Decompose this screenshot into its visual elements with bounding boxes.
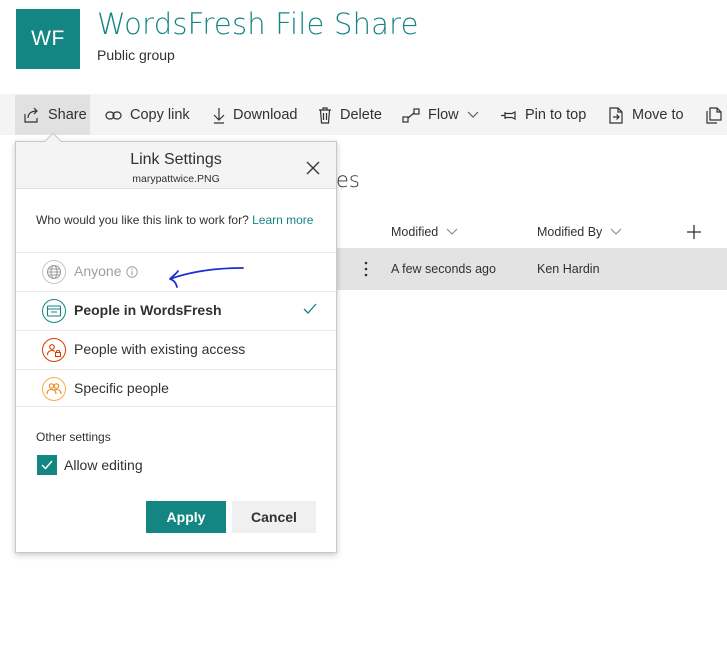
cancel-button[interactable]: Cancel [232, 501, 316, 533]
dialog-filename: marypattwice.PNG [132, 173, 220, 185]
option-specific-people-label: Specific people [74, 380, 169, 396]
trash-icon [319, 106, 331, 124]
add-column-icon[interactable] [686, 224, 702, 240]
site-logo[interactable]: WF [16, 9, 80, 69]
chevron-down-icon [610, 228, 622, 235]
share-button[interactable]: Share [15, 95, 90, 135]
people-icon [42, 377, 66, 401]
move-to-button[interactable]: Move to [609, 95, 684, 135]
column-modified-by-label: Modified By [537, 225, 603, 239]
copy-to-button[interactable] [706, 95, 727, 135]
share-label: Share [48, 107, 87, 123]
column-header-modified-by[interactable]: Modified By [537, 225, 622, 239]
chevron-down-icon [467, 111, 479, 118]
move-to-label: Move to [632, 107, 684, 123]
copy-link-label: Copy link [130, 107, 190, 123]
pin-to-top-button[interactable]: Pin to top [500, 95, 586, 135]
move-to-icon [609, 106, 623, 124]
option-people-in-org[interactable]: People in WordsFresh [16, 291, 336, 329]
column-header-modified[interactable]: Modified [391, 225, 458, 239]
delete-label: Delete [340, 107, 382, 123]
option-anyone-label: Anyone [74, 263, 122, 279]
chevron-down-icon [446, 228, 458, 235]
people-lock-icon [42, 338, 66, 362]
row-modified: A few seconds ago [391, 262, 496, 276]
allow-editing-checkbox[interactable] [37, 455, 57, 475]
command-bar: Share Copy link Download Delete Flow Pin… [0, 94, 727, 135]
pin-to-top-label: Pin to top [525, 107, 587, 123]
pin-icon [501, 110, 516, 120]
more-options-icon[interactable] [361, 260, 371, 278]
flow-label: Flow [428, 107, 459, 123]
flow-button[interactable]: Flow [402, 95, 479, 135]
dialog-header: Link Settings marypattwice.PNG [16, 142, 336, 189]
site-subtitle: Public group [97, 47, 175, 63]
row-modified-by[interactable]: Ken Hardin [537, 262, 600, 276]
other-settings-heading: Other settings [36, 430, 111, 444]
question-text: Who would you like this link to work for… [36, 213, 249, 227]
checkmark-icon [41, 460, 53, 470]
copy-link-button[interactable]: Copy link [105, 95, 190, 135]
dialog-title: Link Settings [130, 151, 222, 168]
copy-icon [706, 106, 722, 124]
option-existing-access-label: People with existing access [74, 341, 246, 357]
globe-icon [42, 260, 66, 284]
link-icon [105, 110, 122, 120]
learn-more-link[interactable]: Learn more [252, 213, 313, 227]
link-audience-question: Who would you like this link to work for… [36, 212, 316, 228]
download-icon [213, 107, 225, 124]
column-modified-label: Modified [391, 225, 439, 239]
site-logo-initials: WF [31, 27, 65, 50]
close-icon[interactable] [306, 161, 320, 175]
download-button[interactable]: Download [213, 95, 298, 135]
checkmark-icon [303, 303, 317, 314]
option-existing-access[interactable]: People with existing access [16, 330, 336, 368]
info-icon[interactable] [126, 266, 138, 278]
share-icon [24, 107, 38, 123]
link-settings-dialog: Link Settings marypattwice.PNG Who would… [15, 132, 337, 553]
library-title-partial: es [336, 168, 360, 192]
download-label: Download [233, 107, 298, 123]
option-people-in-org-label: People in WordsFresh [74, 302, 222, 318]
flow-icon [402, 107, 420, 123]
annotation-arrow [169, 267, 244, 288]
site-title[interactable]: WordsFresh File Share [97, 7, 419, 41]
option-specific-people[interactable]: Specific people [16, 369, 336, 407]
delete-button[interactable]: Delete [318, 95, 382, 135]
allow-editing-label[interactable]: Allow editing [64, 457, 143, 473]
apply-button[interactable]: Apply [146, 501, 226, 533]
building-icon [42, 299, 66, 323]
